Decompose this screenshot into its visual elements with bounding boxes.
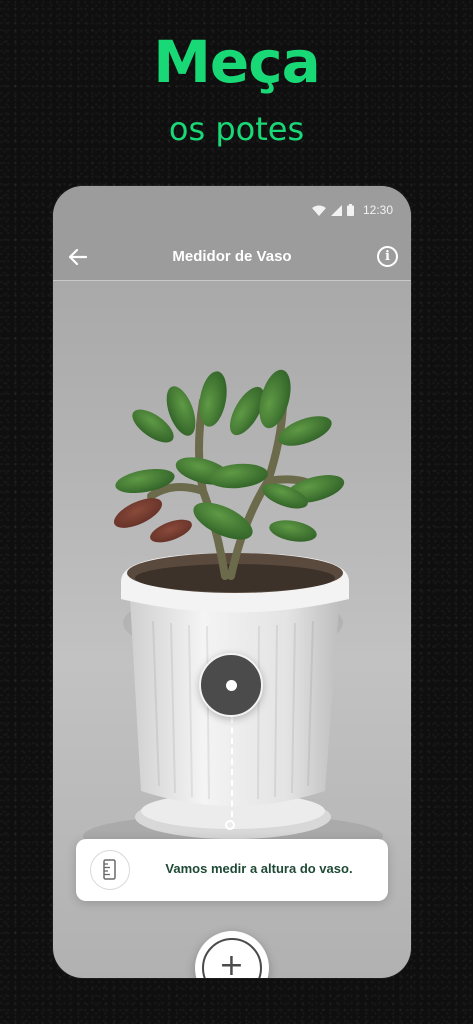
hint-card: Vamos medir a altura do vaso. (76, 839, 388, 901)
promo-headline: Meça (153, 28, 321, 96)
plus-icon: + (218, 948, 245, 978)
measure-end-point[interactable] (225, 820, 235, 830)
battery-icon (346, 204, 354, 216)
app-bar: Medidor de Vaso i (53, 234, 411, 281)
status-time: 12:30 (362, 203, 393, 217)
promo-subline: os potes (168, 110, 305, 148)
info-icon[interactable]: i (377, 246, 398, 267)
marker-dot (226, 680, 237, 691)
measure-start-handle[interactable] (199, 653, 263, 717)
camera-view: Vamos medir a altura do vaso. + (53, 281, 411, 978)
hint-text: Vamos medir a altura do vaso. (165, 861, 353, 876)
phone-screen: 12:30 Medidor de Vaso i Vamos medir a al… (53, 186, 411, 978)
add-button-ring: + (202, 938, 262, 978)
wifi-icon (311, 205, 326, 216)
app-title: Medidor de Vaso (172, 248, 292, 265)
signal-icon (330, 204, 342, 216)
ruler-icon (90, 850, 130, 890)
status-bar: 12:30 (53, 186, 411, 234)
measure-guide-line (231, 717, 233, 817)
